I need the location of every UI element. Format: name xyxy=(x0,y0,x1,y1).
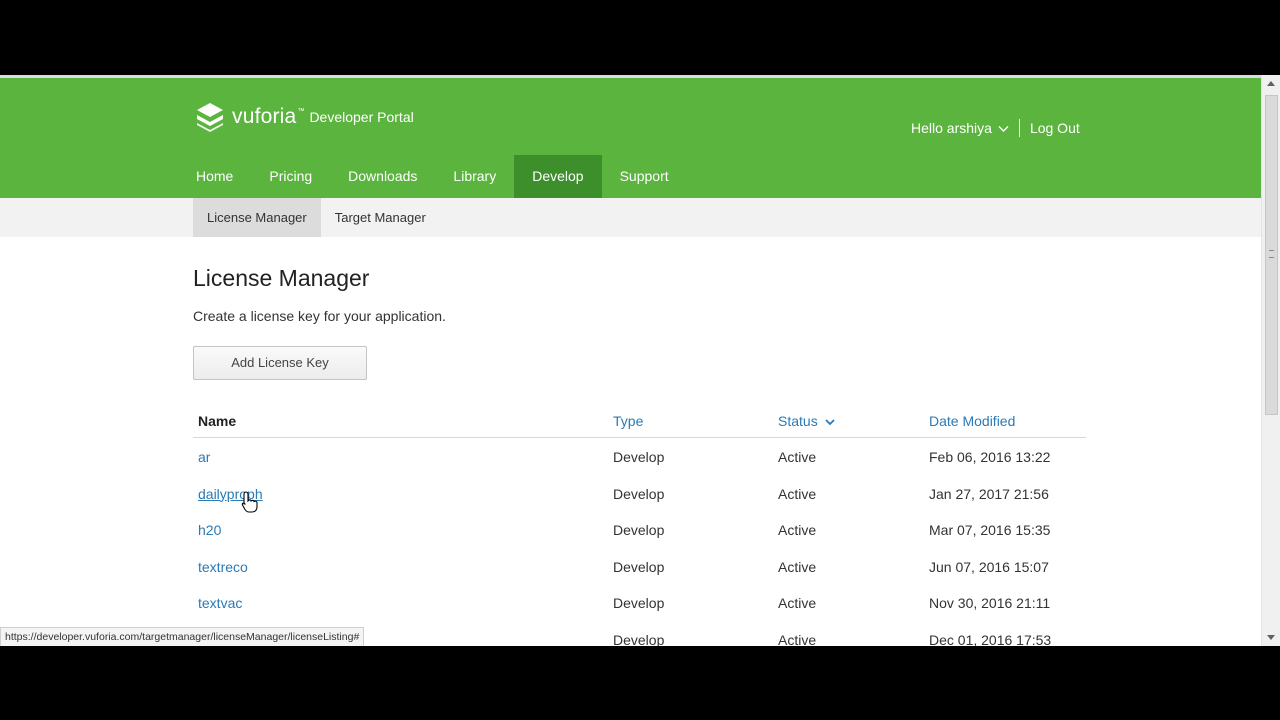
brand-name: vuforia xyxy=(232,105,297,128)
user-menu: Hello arshiya Log Out xyxy=(911,119,1080,137)
license-date: Nov 30, 2016 21:11 xyxy=(929,595,1051,611)
brand-subtitle: Developer Portal xyxy=(309,109,414,125)
browser-viewport: vuforia ™ Developer Portal Hello arshiya … xyxy=(0,75,1280,646)
main-nav: Home Pricing Downloads Library Develop S… xyxy=(178,155,687,198)
license-status: Active xyxy=(778,631,817,647)
site-header: vuforia ™ Developer Portal Hello arshiya … xyxy=(0,78,1262,198)
license-type: Develop xyxy=(613,449,665,465)
license-type: Develop xyxy=(613,522,665,538)
column-header-status[interactable]: Status xyxy=(778,413,835,429)
browser-status-bar: https://developer.vuforia.com/targetmana… xyxy=(0,627,365,646)
license-type: Develop xyxy=(613,595,665,611)
nav-downloads[interactable]: Downloads xyxy=(330,155,435,198)
license-status: Active xyxy=(778,485,817,502)
license-status: Active xyxy=(778,449,817,465)
nav-library[interactable]: Library xyxy=(435,155,514,198)
license-date: Feb 06, 2016 13:22 xyxy=(929,449,1051,465)
scrollbar-grip xyxy=(1269,250,1274,258)
license-date: Jan 27, 2017 21:56 xyxy=(929,485,1049,502)
nav-pricing[interactable]: Pricing xyxy=(251,155,330,198)
vertical-scrollbar[interactable] xyxy=(1261,75,1280,646)
user-greeting[interactable]: Hello arshiya xyxy=(911,120,992,136)
sort-chevron-down-icon[interactable] xyxy=(824,418,835,426)
column-header-name[interactable]: Name xyxy=(198,413,236,429)
license-name-link[interactable]: ar xyxy=(198,449,210,465)
license-name-link[interactable]: h20 xyxy=(198,522,221,538)
license-date: Mar 07, 2016 15:35 xyxy=(929,522,1051,538)
page-description: Create a license key for your applicatio… xyxy=(193,308,446,324)
hand-pointer-cursor-icon xyxy=(241,491,258,513)
license-date: Dec 01, 2016 17:53 xyxy=(929,631,1052,647)
scroll-down-arrow-icon[interactable] xyxy=(1262,629,1280,646)
sub-nav: License Manager Target Manager xyxy=(0,198,1262,237)
license-status: Active xyxy=(778,558,817,575)
nav-support[interactable]: Support xyxy=(602,155,687,198)
license-type: Develop xyxy=(613,631,665,647)
nav-home[interactable]: Home xyxy=(178,155,251,198)
brand-tm: ™ xyxy=(297,107,305,115)
tab-license-manager[interactable]: License Manager xyxy=(193,198,321,237)
tab-target-manager[interactable]: Target Manager xyxy=(321,198,440,237)
table-header: Name Type Status Date Modified xyxy=(193,405,1086,438)
license-type: Develop xyxy=(613,485,665,502)
license-table: Name Type Status Date Modified ar Develo… xyxy=(193,405,1086,646)
license-date: Jun 07, 2016 15:07 xyxy=(929,558,1049,575)
chevron-down-icon[interactable] xyxy=(998,123,1009,134)
nav-develop[interactable]: Develop xyxy=(514,155,602,198)
add-license-key-button[interactable]: Add License Key xyxy=(193,346,367,380)
vuforia-logo[interactable]: vuforia ™ Developer Portal xyxy=(196,102,414,132)
table-row: ar Develop Active Feb 06, 2016 13:22 xyxy=(193,438,1086,475)
scrollbar-thumb[interactable] xyxy=(1265,95,1278,415)
column-header-type[interactable]: Type xyxy=(613,413,643,429)
license-name-link[interactable]: textreco xyxy=(198,559,248,575)
table-row: textreco Develop Active Jun 07, 2016 15:… xyxy=(193,548,1086,585)
user-menu-separator xyxy=(1018,119,1020,137)
license-name-link[interactable]: textvac xyxy=(198,595,242,611)
license-status: Active xyxy=(778,595,817,611)
page-title: License Manager xyxy=(193,265,370,291)
license-type: Develop xyxy=(613,558,665,575)
scroll-up-arrow-icon[interactable] xyxy=(1262,75,1280,92)
table-row: h20 Develop Active Mar 07, 2016 15:35 xyxy=(193,511,1086,548)
vuforia-logo-icon xyxy=(197,103,223,132)
logout-link[interactable]: Log Out xyxy=(1030,120,1080,136)
table-row: textvac Develop Active Nov 30, 2016 21:1… xyxy=(193,584,1086,621)
column-header-date-modified[interactable]: Date Modified xyxy=(929,413,1015,429)
license-status: Active xyxy=(778,522,817,538)
table-row: dailyproph Develop Active Jan 27, 2017 2… xyxy=(193,475,1086,512)
column-header-status-label[interactable]: Status xyxy=(778,413,818,429)
